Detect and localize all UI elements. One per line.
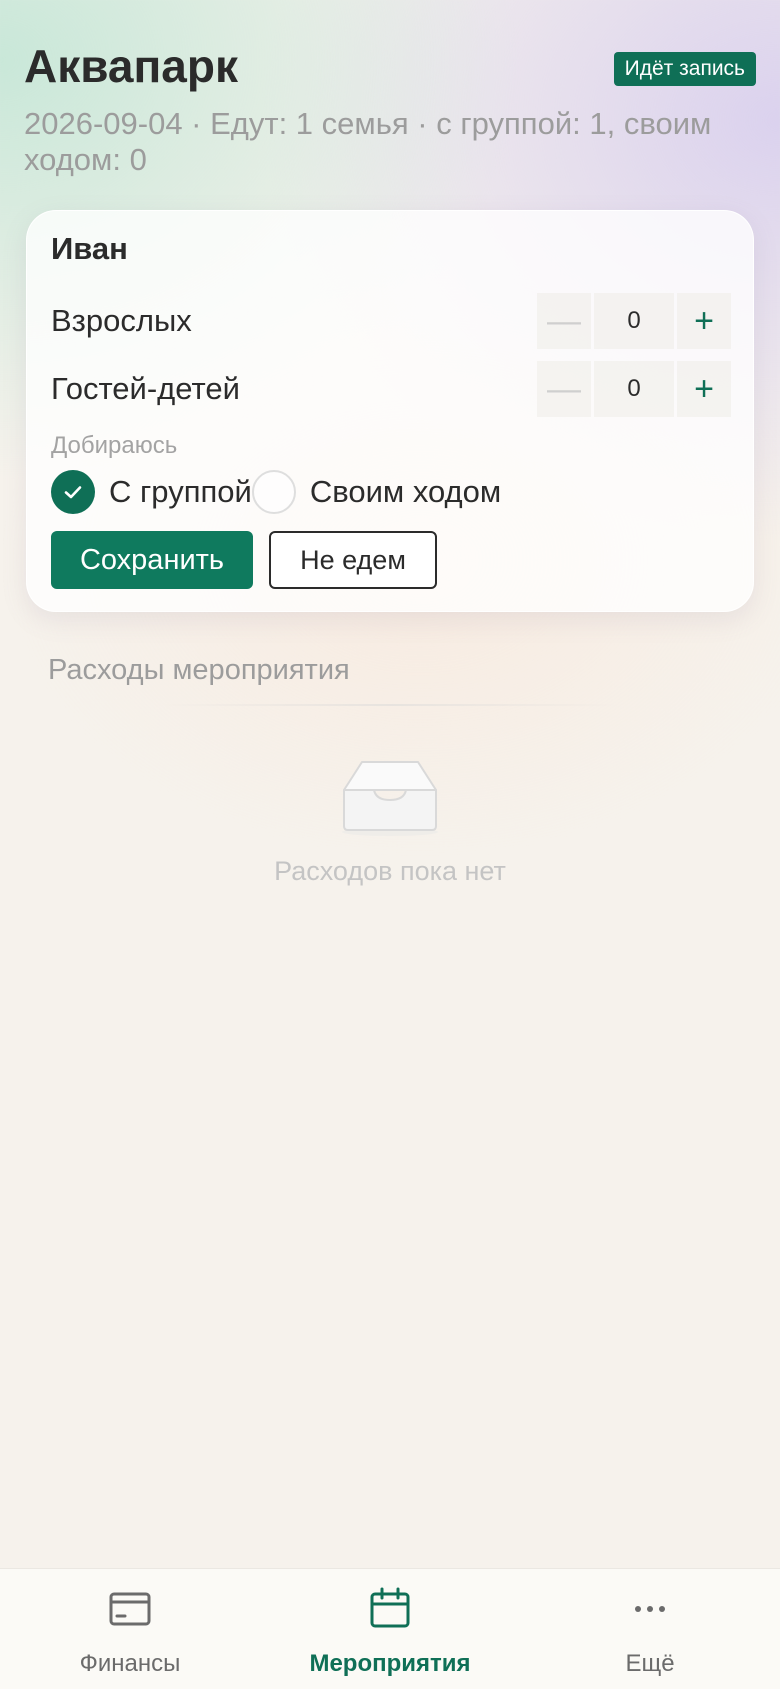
nav-item-events[interactable]: Мероприятия (260, 1569, 520, 1689)
nav-item-finance[interactable]: Финансы (0, 1569, 260, 1689)
route-label: Добираюсь (51, 432, 178, 459)
status-badge: Идёт запись (613, 52, 756, 86)
guest-children-stepper: — 0 + (537, 361, 731, 417)
route-option-label: С группой (109, 474, 252, 509)
registration-card: Иван Взрослых — 0 + Гостей-детей — 0 + Д… (26, 210, 754, 612)
adults-label: Взрослых (51, 303, 192, 338)
empty-state-text: Расходов пока нет (274, 856, 506, 886)
route-option-label: Своим ходом (309, 474, 502, 509)
more-icon (635, 1606, 665, 1612)
adults-decrement-button[interactable]: — (537, 293, 591, 349)
adults-increment-button[interactable]: + (677, 293, 731, 349)
adults-stepper: — 0 + (537, 293, 731, 349)
route-option-group[interactable]: С группой (51, 469, 252, 515)
radio-checked-icon[interactable] (51, 470, 95, 514)
inbox-icon (342, 761, 438, 836)
nav-label-finance: Финансы (79, 1650, 181, 1677)
guest-children-count[interactable]: 0 (594, 361, 674, 417)
card-icon (109, 1592, 151, 1626)
guest-children-label: Гостей-детей (51, 371, 240, 406)
route-radio-group: С группой Своим ходом (51, 469, 501, 515)
nav-label-events: Мероприятия (309, 1650, 471, 1677)
save-button[interactable]: Сохранить (51, 531, 253, 589)
guest-children-decrement-button[interactable]: — (537, 361, 591, 417)
guest-children-row: Гостей-детей — 0 + (51, 361, 731, 417)
section-divider (160, 704, 620, 706)
calendar-icon (370, 1587, 410, 1628)
nav-label-more: Ещё (625, 1650, 675, 1677)
page-header: Аквапарк Идёт запись 2026-09-04 · Едут: … (24, 38, 756, 178)
bottom-navigation: Финансы Мероприятия Ещё (0, 1568, 780, 1689)
adults-count[interactable]: 0 (594, 293, 674, 349)
expenses-section-title: Расходы мероприятия (48, 654, 350, 686)
card-actions: Сохранить Не едем (51, 531, 437, 589)
adults-row: Взрослых — 0 + (51, 293, 731, 349)
route-option-own[interactable]: Своим ходом (251, 469, 502, 515)
member-name: Иван (51, 231, 128, 266)
nav-item-more[interactable]: Ещё (520, 1569, 780, 1689)
radio-unchecked-icon[interactable] (251, 470, 296, 514)
decline-button[interactable]: Не едем (269, 531, 437, 589)
check-icon (64, 486, 82, 499)
event-summary: 2026-09-04 · Едут: 1 семья · с группой: … (24, 106, 712, 177)
guest-children-increment-button[interactable]: + (677, 361, 731, 417)
